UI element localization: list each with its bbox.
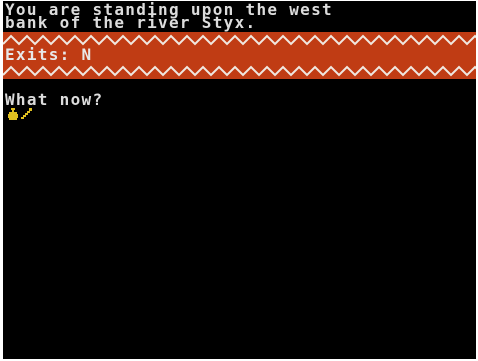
zigzag-pattern bbox=[3, 65, 476, 77]
command-prompt: What now? bbox=[5, 90, 104, 109]
inventory-icons bbox=[7, 108, 47, 122]
game-screen: You are standing upon the west bank of t… bbox=[3, 1, 476, 359]
room-description-line-2: bank of the river Styx. bbox=[5, 13, 257, 32]
exits-bar: Exits: N bbox=[3, 45, 476, 64]
bag-icon bbox=[8, 108, 18, 120]
exits-label: Exits: N bbox=[5, 45, 93, 64]
wand-icon bbox=[21, 108, 32, 119]
zigzag-divider-bottom bbox=[3, 63, 476, 79]
